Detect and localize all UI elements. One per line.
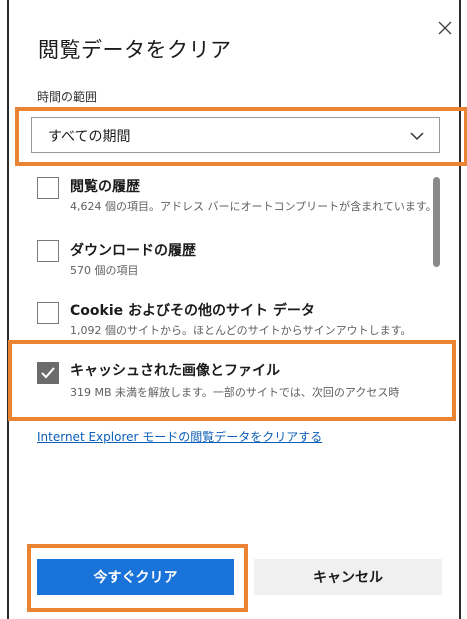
- scrollbar-thumb[interactable]: [433, 177, 440, 267]
- checkmark-icon: [41, 367, 55, 379]
- time-range-value: すべての期間: [48, 129, 131, 145]
- time-range-dropdown[interactable]: すべての期間: [31, 117, 440, 153]
- checkbox-cookies[interactable]: [37, 302, 59, 324]
- clear-now-button[interactable]: 今すぐクリア: [37, 559, 234, 595]
- cancel-button[interactable]: キャンセル: [254, 559, 442, 595]
- item-desc-browsing-history: 4,624 個の項目。アドレス バーにオートコンプリートが含まれています。: [70, 200, 437, 213]
- checkbox-download-history[interactable]: [37, 240, 59, 262]
- item-title-browsing-history: 閲覧の履歴: [70, 179, 140, 195]
- close-button[interactable]: [434, 17, 456, 39]
- item-desc-download-history: 570 個の項目: [70, 264, 139, 277]
- close-icon: [438, 21, 452, 35]
- item-title-cached-images: キャッシュされた画像とファイル: [70, 363, 280, 379]
- ie-mode-clear-link[interactable]: Internet Explorer モードの閲覧データをクリアする: [37, 428, 322, 445]
- item-title-download-history: ダウンロードの履歴: [70, 243, 196, 259]
- checkbox-cached-images[interactable]: [37, 362, 59, 384]
- chevron-down-icon: [410, 132, 424, 141]
- highlight-box-cache: [8, 340, 456, 421]
- item-title-cookies: Cookie およびその他のサイト データ: [70, 303, 315, 319]
- dialog-right-border: [459, 0, 461, 619]
- item-desc-cookies: 1,092 個のサイトから。ほとんどのサイトからサインアウトします。: [70, 324, 412, 337]
- dialog-left-border: [7, 0, 9, 619]
- dialog-title: 閲覧データをクリア: [38, 38, 232, 62]
- item-desc-cached-images: 319 MB 未満を解放します。一部のサイトでは、次回のアクセス時: [70, 386, 400, 399]
- time-range-label: 時間の範囲: [37, 90, 98, 104]
- checkbox-browsing-history[interactable]: [37, 177, 59, 199]
